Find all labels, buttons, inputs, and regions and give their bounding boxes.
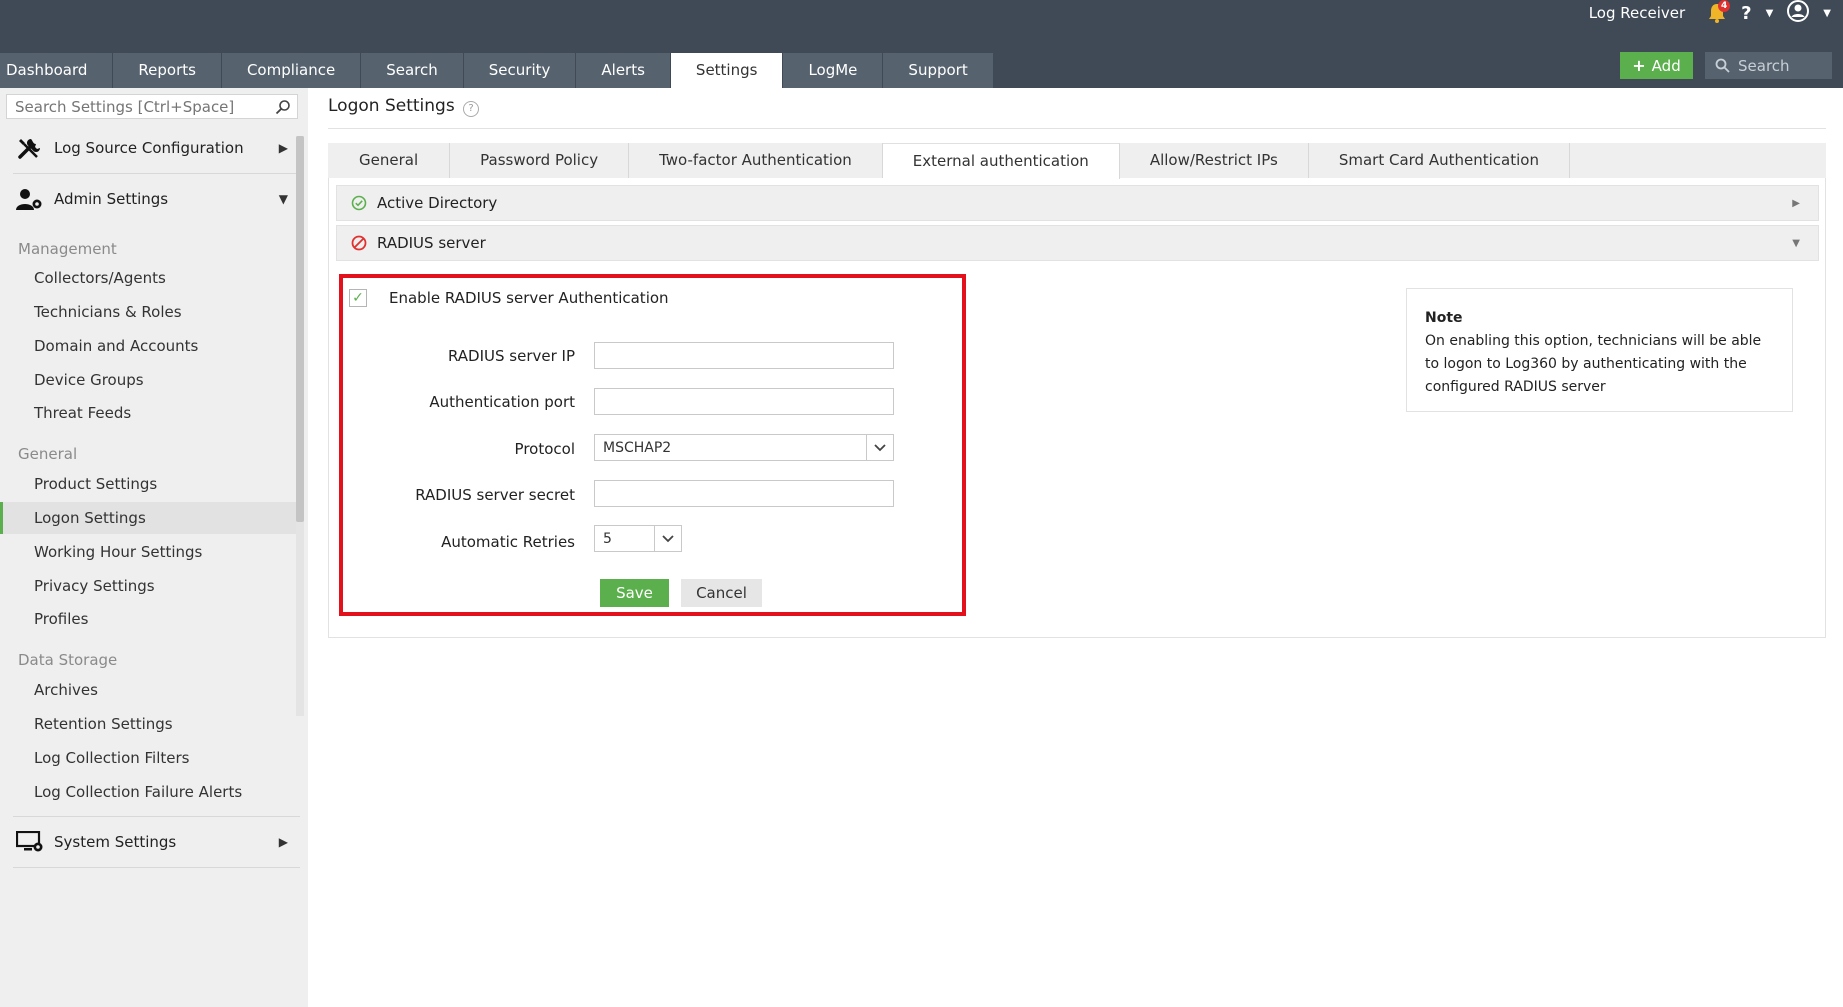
group-label-management: Management: [18, 240, 117, 258]
help-icon[interactable]: ?: [1741, 3, 1751, 24]
sidebar-item-working-hour-settings[interactable]: Working Hour Settings: [0, 536, 296, 568]
chevron-right-icon: ▶: [278, 141, 288, 155]
app-name-link[interactable]: Log Receiver: [1589, 4, 1685, 22]
chevron-right-icon: ▶: [278, 835, 288, 849]
notification-count-badge: 4: [1718, 0, 1731, 12]
admin-settings-section[interactable]: Admin Settings ▼: [0, 174, 300, 224]
sidebar-item-device-groups[interactable]: Device Groups: [0, 364, 296, 396]
radius-server-ip-input[interactable]: [594, 342, 894, 369]
nav-tab-reports[interactable]: Reports: [113, 53, 222, 88]
sidebar-item-technicians-roles[interactable]: Technicians & Roles: [0, 296, 296, 328]
chevron-down-icon: [866, 435, 893, 460]
radius-server-ip-label: RADIUS server IP: [447, 347, 575, 365]
authentication-port-input[interactable]: [594, 388, 894, 415]
monitor-gear-icon: [16, 829, 44, 855]
header-actions: Log Receiver 4 ? ▼ ▼: [1589, 0, 1831, 26]
tab-password-policy[interactable]: Password Policy: [450, 143, 630, 178]
title-divider: [328, 128, 1826, 129]
logon-settings-tabs: General Password Policy Two-factor Authe…: [328, 143, 1826, 179]
sidebar-item-product-settings[interactable]: Product Settings: [0, 468, 296, 500]
automatic-retries-selected-value: 5: [603, 530, 612, 547]
sidebar-item-profiles[interactable]: Profiles: [0, 603, 296, 635]
global-search-placeholder: Search: [1738, 56, 1790, 75]
tab-general[interactable]: General: [328, 143, 451, 178]
settings-search-input[interactable]: [13, 96, 267, 117]
tools-icon: [16, 135, 44, 161]
tab-external-authentication[interactable]: External authentication: [882, 143, 1120, 179]
nav-tab-search[interactable]: Search: [361, 53, 464, 88]
check-circle-icon: [351, 195, 367, 211]
global-search-input[interactable]: Search: [1705, 52, 1832, 79]
radius-server-secret-label: RADIUS server secret: [415, 486, 575, 504]
blocked-circle-icon: [351, 235, 367, 251]
nav-tab-dashboard[interactable]: Dashboard: [0, 53, 114, 88]
sidebar-item-privacy-settings[interactable]: Privacy Settings: [0, 570, 296, 602]
authentication-port-label: Authentication port: [429, 393, 575, 411]
sidebar-item-archives[interactable]: Archives: [0, 674, 296, 706]
save-button[interactable]: Save: [600, 579, 669, 607]
nav-tab-alerts[interactable]: Alerts: [576, 53, 671, 88]
nav-tab-logme[interactable]: LogMe: [783, 53, 884, 88]
page-title: Logon Settings: [328, 96, 455, 116]
sidebar-item-log-collection-failure-alerts[interactable]: Log Collection Failure Alerts: [0, 776, 296, 808]
sidebar-scrollbar-thumb[interactable]: [296, 136, 304, 522]
sidebar-divider: [13, 867, 300, 868]
system-settings-section[interactable]: System Settings ▶: [0, 817, 300, 867]
search-icon: [1715, 58, 1730, 73]
cancel-button[interactable]: Cancel: [681, 579, 762, 607]
note-title: Note: [1425, 310, 1463, 326]
question-help-icon[interactable]: ?: [463, 101, 479, 117]
chevron-down-icon: ▼: [1792, 237, 1800, 249]
radius-server-secret-input[interactable]: [594, 480, 894, 507]
accordion-radius-server[interactable]: RADIUS server ▼: [336, 225, 1819, 261]
notification-bell-icon[interactable]: 4: [1707, 0, 1731, 24]
enable-radius-checkbox[interactable]: ✓: [349, 289, 367, 307]
sidebar-item-logon-settings[interactable]: Logon Settings: [0, 502, 296, 534]
tab-two-factor-authentication[interactable]: Two-factor Authentication: [629, 143, 883, 178]
automatic-retries-select[interactable]: 5: [594, 525, 682, 552]
user-avatar-icon[interactable]: [1787, 0, 1810, 26]
group-label-data-storage: Data Storage: [18, 651, 118, 669]
protocol-selected-value: MSCHAP2: [603, 439, 672, 456]
accordion-radius-server-label: RADIUS server: [377, 234, 486, 252]
enable-radius-label: Enable RADIUS server Authentication: [389, 289, 669, 307]
automatic-retries-label: Automatic Retries: [441, 533, 575, 551]
nav-tab-compliance[interactable]: Compliance: [221, 53, 362, 88]
protocol-select[interactable]: MSCHAP2: [594, 434, 894, 461]
search-icon[interactable]: [275, 99, 291, 115]
nav-tab-support[interactable]: Support: [883, 53, 994, 88]
add-button-label: Add: [1651, 56, 1681, 75]
nav-tab-security[interactable]: Security: [463, 53, 577, 88]
add-button[interactable]: + Add: [1620, 52, 1693, 79]
protocol-label: Protocol: [514, 440, 575, 458]
log-source-configuration-label: Log Source Configuration: [54, 139, 244, 157]
tab-smart-card-authentication[interactable]: Smart Card Authentication: [1309, 143, 1570, 178]
chevron-down-icon: [654, 526, 681, 551]
group-label-general: General: [18, 445, 78, 463]
chevron-down-icon: ▼: [278, 192, 288, 206]
note-panel: Note On enabling this option, technician…: [1406, 288, 1793, 412]
sidebar-item-threat-feeds[interactable]: Threat Feeds: [0, 397, 296, 429]
user-dropdown-chevron-icon[interactable]: ▼: [1823, 8, 1831, 19]
admin-settings-label: Admin Settings: [54, 190, 169, 208]
note-text: On enabling this option, technicians wil…: [1425, 333, 1762, 395]
accordion-active-directory-label: Active Directory: [377, 194, 498, 212]
admin-user-gear-icon: [16, 186, 44, 212]
checkmark-icon: ✓: [352, 290, 364, 306]
nav-tab-settings[interactable]: Settings: [670, 53, 784, 88]
sidebar-item-collectors-agents[interactable]: Collectors/Agents: [0, 262, 296, 294]
chevron-right-icon: ▶: [1792, 197, 1800, 209]
settings-search-box[interactable]: [6, 94, 298, 119]
main-nav-tabs: Dashboard Reports Compliance Search Secu…: [0, 53, 994, 88]
log-source-configuration-section[interactable]: Log Source Configuration ▶: [0, 123, 300, 173]
help-dropdown-chevron-icon[interactable]: ▼: [1766, 8, 1774, 19]
sidebar-item-retention-settings[interactable]: Retention Settings: [0, 708, 296, 740]
system-settings-label: System Settings: [54, 833, 177, 851]
accordion-active-directory[interactable]: Active Directory ▶: [336, 185, 1819, 221]
sidebar-item-log-collection-filters[interactable]: Log Collection Filters: [0, 742, 296, 774]
tab-allow-restrict-ips[interactable]: Allow/Restrict IPs: [1120, 143, 1309, 178]
plus-icon: +: [1632, 56, 1646, 75]
sidebar-item-domain-accounts[interactable]: Domain and Accounts: [0, 330, 296, 362]
